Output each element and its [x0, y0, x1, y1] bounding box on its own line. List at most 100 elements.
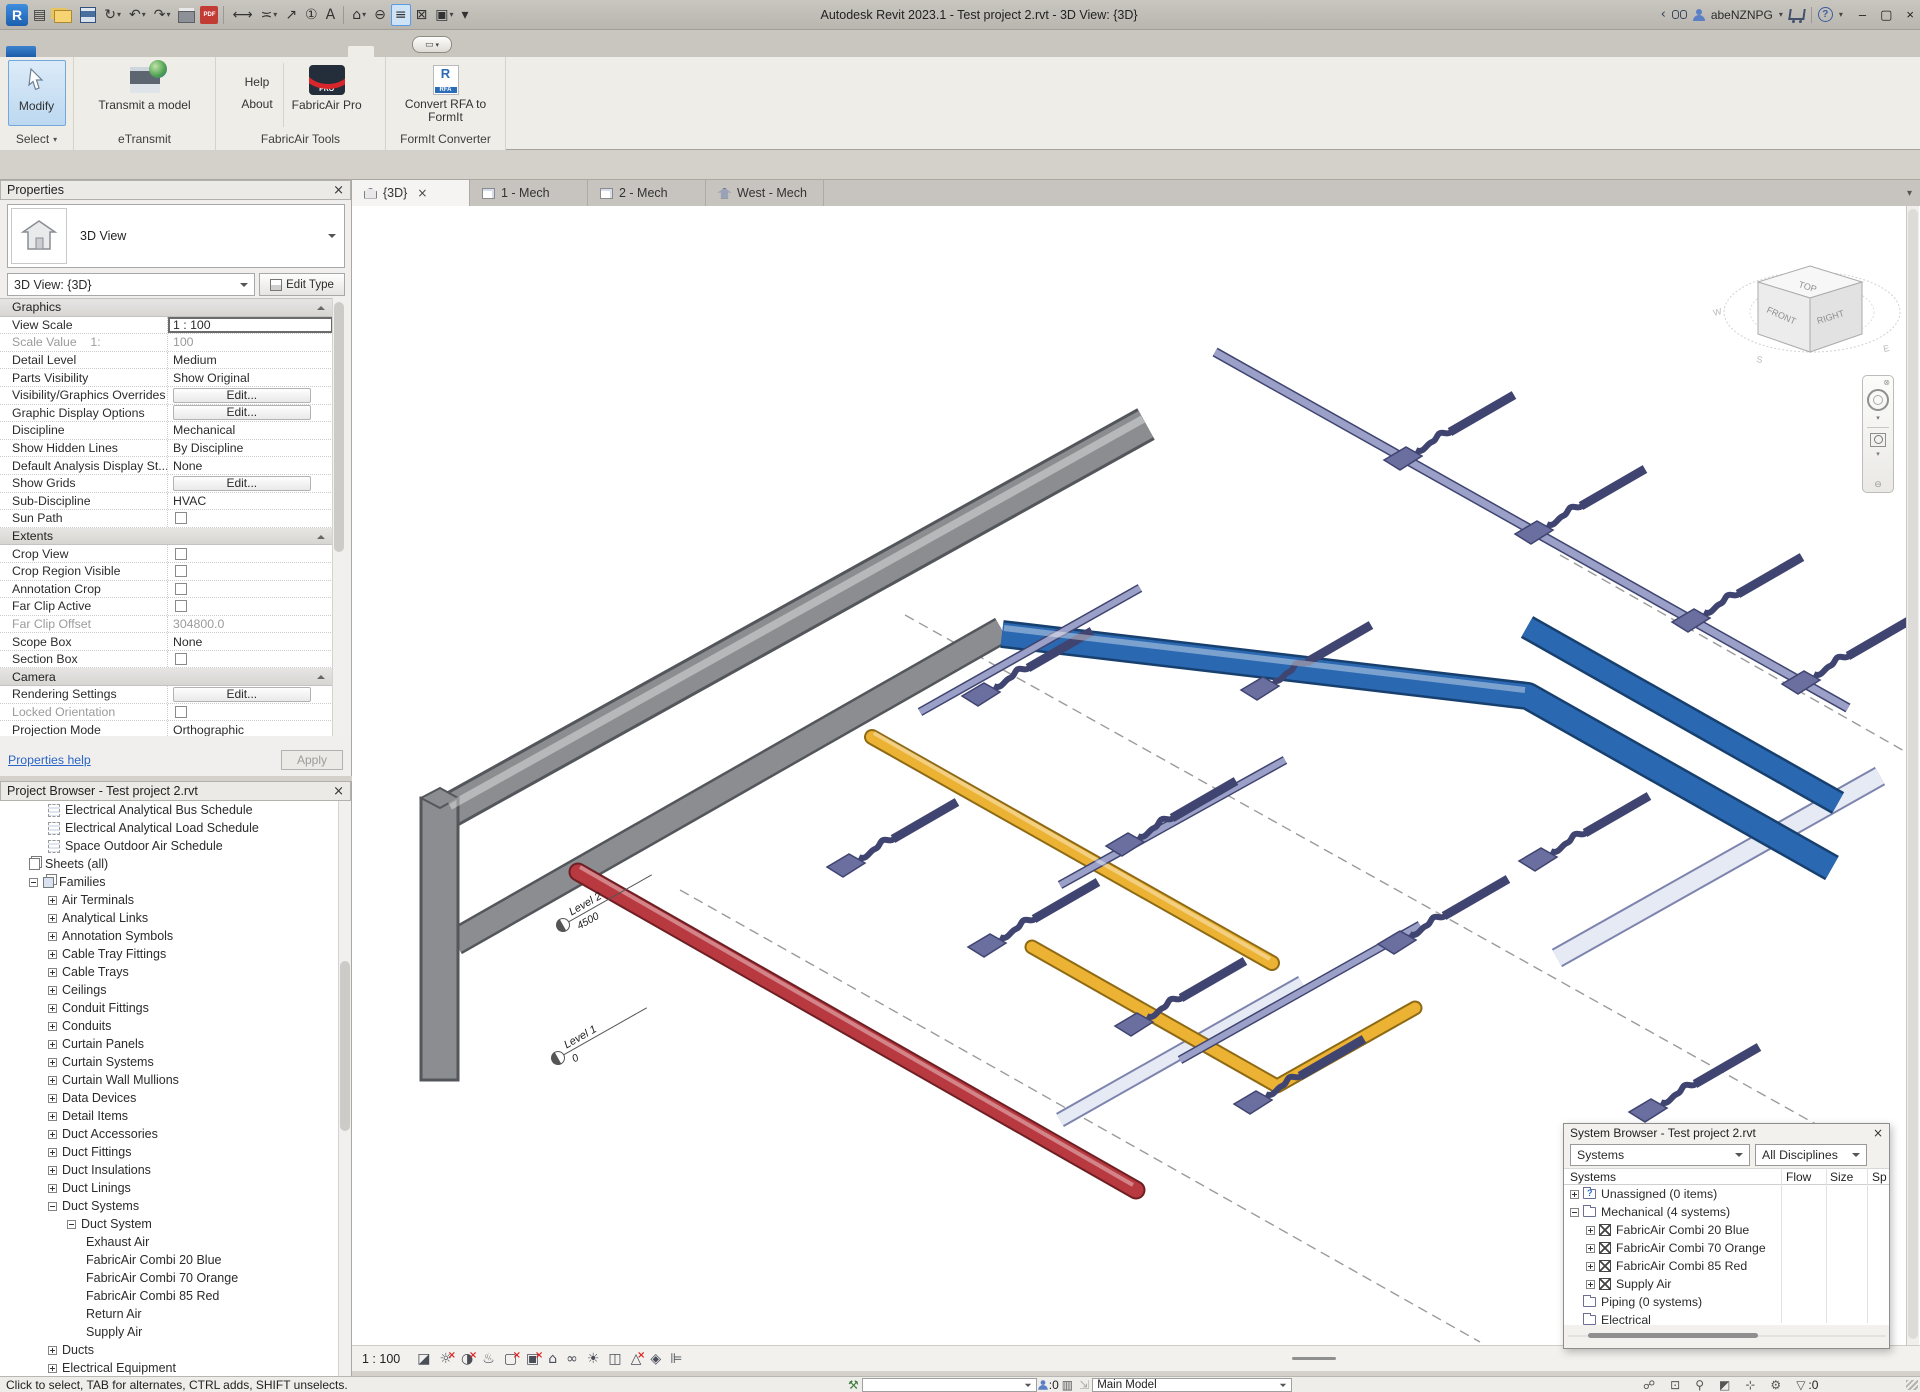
default-3d-view-icon[interactable]: ⌂	[349, 4, 369, 26]
zoom-tool-icon[interactable]	[1870, 433, 1886, 447]
close-view-icon[interactable]: ×	[417, 186, 427, 200]
show-crop-region-icon[interactable]: ▣	[526, 1349, 539, 1369]
expander-icon[interactable]	[48, 986, 57, 995]
tree-item[interactable]: FabricAir Combi 70 Orange	[0, 1269, 338, 1287]
search-icon[interactable]	[1672, 10, 1687, 19]
redo-icon[interactable]: ↷	[151, 4, 174, 26]
section-icon[interactable]: ⊖	[371, 4, 389, 26]
tree-item[interactable]: Electrical Analytical Load Schedule	[0, 819, 338, 837]
separator[interactable]	[343, 6, 344, 24]
undo-icon[interactable]: ↶	[126, 4, 149, 26]
tree-item[interactable]: Cable Tray Fittings	[0, 945, 338, 963]
expander-icon[interactable]	[48, 1094, 57, 1103]
view-tab[interactable]: 2 - Mech ×	[588, 180, 706, 206]
wheel-menu-chevron-icon[interactable]: ▾	[1876, 414, 1880, 422]
ribbon-tab[interactable]	[218, 46, 244, 57]
property-row[interactable]: Sun Path	[0, 510, 333, 528]
drag-elements-on-selection-icon[interactable]: ⊹	[1745, 1378, 1755, 1392]
properties-help-link[interactable]: Properties help	[8, 753, 91, 767]
selection-filter-icon[interactable]: ▽	[1796, 1378, 1805, 1392]
expander-icon[interactable]	[1586, 1226, 1595, 1235]
fabricair-pro-button[interactable]: PRO FabricAir Pro	[288, 60, 366, 114]
ribbon-tab[interactable]	[36, 46, 62, 57]
print-icon[interactable]	[175, 4, 198, 26]
view-tab[interactable]: {3D} ×	[352, 180, 470, 206]
property-row[interactable]: Locked Orientation	[0, 704, 333, 722]
customize-qat-icon[interactable]: ▾	[459, 4, 472, 26]
system-row[interactable]: Unassigned (0 items)	[1564, 1185, 1889, 1203]
project-browser-header[interactable]: Project Browser - Test project 2.rvt ×	[0, 781, 351, 801]
systems-filter-select[interactable]: Systems	[1570, 1144, 1750, 1166]
collapse-search-icon[interactable]: ‹	[1661, 7, 1666, 22]
checkbox[interactable]	[175, 565, 187, 577]
viewcube[interactable]: W S E TOP FRONT RIGHT	[1712, 266, 1900, 365]
property-row[interactable]: Sub-Discipline HVAC HVAC	[0, 493, 333, 511]
close-icon[interactable]: ×	[1873, 1126, 1883, 1140]
expander-icon[interactable]	[1570, 1190, 1579, 1199]
ribbon-tab[interactable]	[374, 46, 400, 57]
close-inactive-windows-icon[interactable]: ⊠	[413, 4, 431, 26]
tree-item[interactable]: Ceilings	[0, 981, 338, 999]
property-row[interactable]: Camera	[0, 668, 333, 686]
tree-item[interactable]: Detail Items	[0, 1107, 338, 1125]
sync-with-central-icon[interactable]: ↻	[101, 4, 124, 26]
system-browser-header[interactable]: System Browser - Test project 2.rvt ×	[1564, 1124, 1889, 1142]
tree-item[interactable]: Duct Insulations	[0, 1161, 338, 1179]
ribbon-tab[interactable]	[296, 46, 322, 57]
ribbon-tab[interactable]	[322, 46, 348, 57]
thin-lines-icon[interactable]: ≡	[391, 4, 411, 26]
system-row[interactable]: Supply Air	[1564, 1275, 1889, 1293]
property-row[interactable]: Far Clip Offset 304800.0 304800.0	[0, 616, 333, 634]
expander-icon[interactable]	[48, 1022, 57, 1031]
property-row[interactable]: Scope Box None None	[0, 633, 333, 651]
expander-icon[interactable]	[48, 914, 57, 923]
maximize-button[interactable]: ▢	[1880, 7, 1892, 23]
property-row[interactable]: Crop View	[0, 545, 333, 563]
active-workset-select[interactable]	[862, 1378, 1037, 1392]
expander-icon[interactable]	[67, 1220, 76, 1229]
select-elements-by-face-icon[interactable]: ◩	[1719, 1378, 1730, 1392]
expander-icon[interactable]	[48, 1058, 57, 1067]
tree-item[interactable]: Families	[0, 873, 338, 891]
view-scale-control[interactable]: 1 : 100	[362, 1352, 400, 1366]
expander-icon[interactable]	[48, 1040, 57, 1049]
ribbon-tab[interactable]	[114, 46, 140, 57]
select-links-icon[interactable]: ☍	[1643, 1378, 1655, 1392]
save-icon[interactable]	[77, 4, 99, 26]
property-row[interactable]: Detail Level Medium Medium	[0, 352, 333, 370]
property-row[interactable]: View Scale 1 : 100 1 : 100	[0, 317, 333, 335]
ribbon-tab[interactable]	[6, 46, 36, 57]
crop-view-icon[interactable]: ▢	[504, 1349, 517, 1369]
view-tab[interactable]: West - Mech ×	[706, 180, 824, 206]
level-1-marker[interactable]: Level 1 0	[546, 996, 654, 1074]
property-row[interactable]: Section Box	[0, 651, 333, 669]
tree-item[interactable]: Supply Air	[0, 1323, 338, 1341]
tree-item[interactable]: Duct System	[0, 1215, 338, 1233]
modify-button[interactable]: Modify	[8, 60, 66, 126]
tree-item[interactable]: Duct Fittings	[0, 1143, 338, 1161]
tree-item[interactable]: Conduit Fittings	[0, 999, 338, 1017]
edit-type-button[interactable]: Edit Type	[259, 273, 345, 296]
property-row[interactable]: Graphics	[0, 299, 333, 317]
view-tab[interactable]: 1 - Mech ×	[470, 180, 588, 206]
expander-icon[interactable]	[48, 1076, 57, 1085]
property-row[interactable]: Visibility/Graphics Overrides Edit... Ed…	[0, 387, 333, 405]
background-processes-icon[interactable]: ⚙	[1770, 1378, 1781, 1392]
expander-icon[interactable]	[48, 932, 57, 941]
tree-item[interactable]: Sheets (all)	[0, 855, 338, 873]
measure-icon[interactable]: ⟷	[229, 4, 255, 26]
project-browser-scrollbar[interactable]	[338, 801, 351, 1376]
transmit-a-model-button[interactable]: Transmit a model	[94, 60, 194, 114]
show-rendering-dialog-icon[interactable]: ♨	[482, 1349, 495, 1369]
user-menu-chevron-icon[interactable]: ▾	[1779, 10, 1783, 19]
expander-icon[interactable]	[48, 1112, 57, 1121]
ribbon-tab[interactable]	[270, 46, 296, 57]
property-row[interactable]: Annotation Crop	[0, 581, 333, 599]
property-row[interactable]: Far Clip Active	[0, 598, 333, 616]
tree-item[interactable]: Exhaust Air	[0, 1233, 338, 1251]
help-icon[interactable]: ?	[1818, 7, 1833, 22]
tree-item[interactable]: Data Devices	[0, 1089, 338, 1107]
tree-item[interactable]: Duct Linings	[0, 1179, 338, 1197]
expander-icon[interactable]	[48, 1130, 57, 1139]
select-underlay-elements-icon[interactable]: ⊡	[1670, 1378, 1680, 1392]
